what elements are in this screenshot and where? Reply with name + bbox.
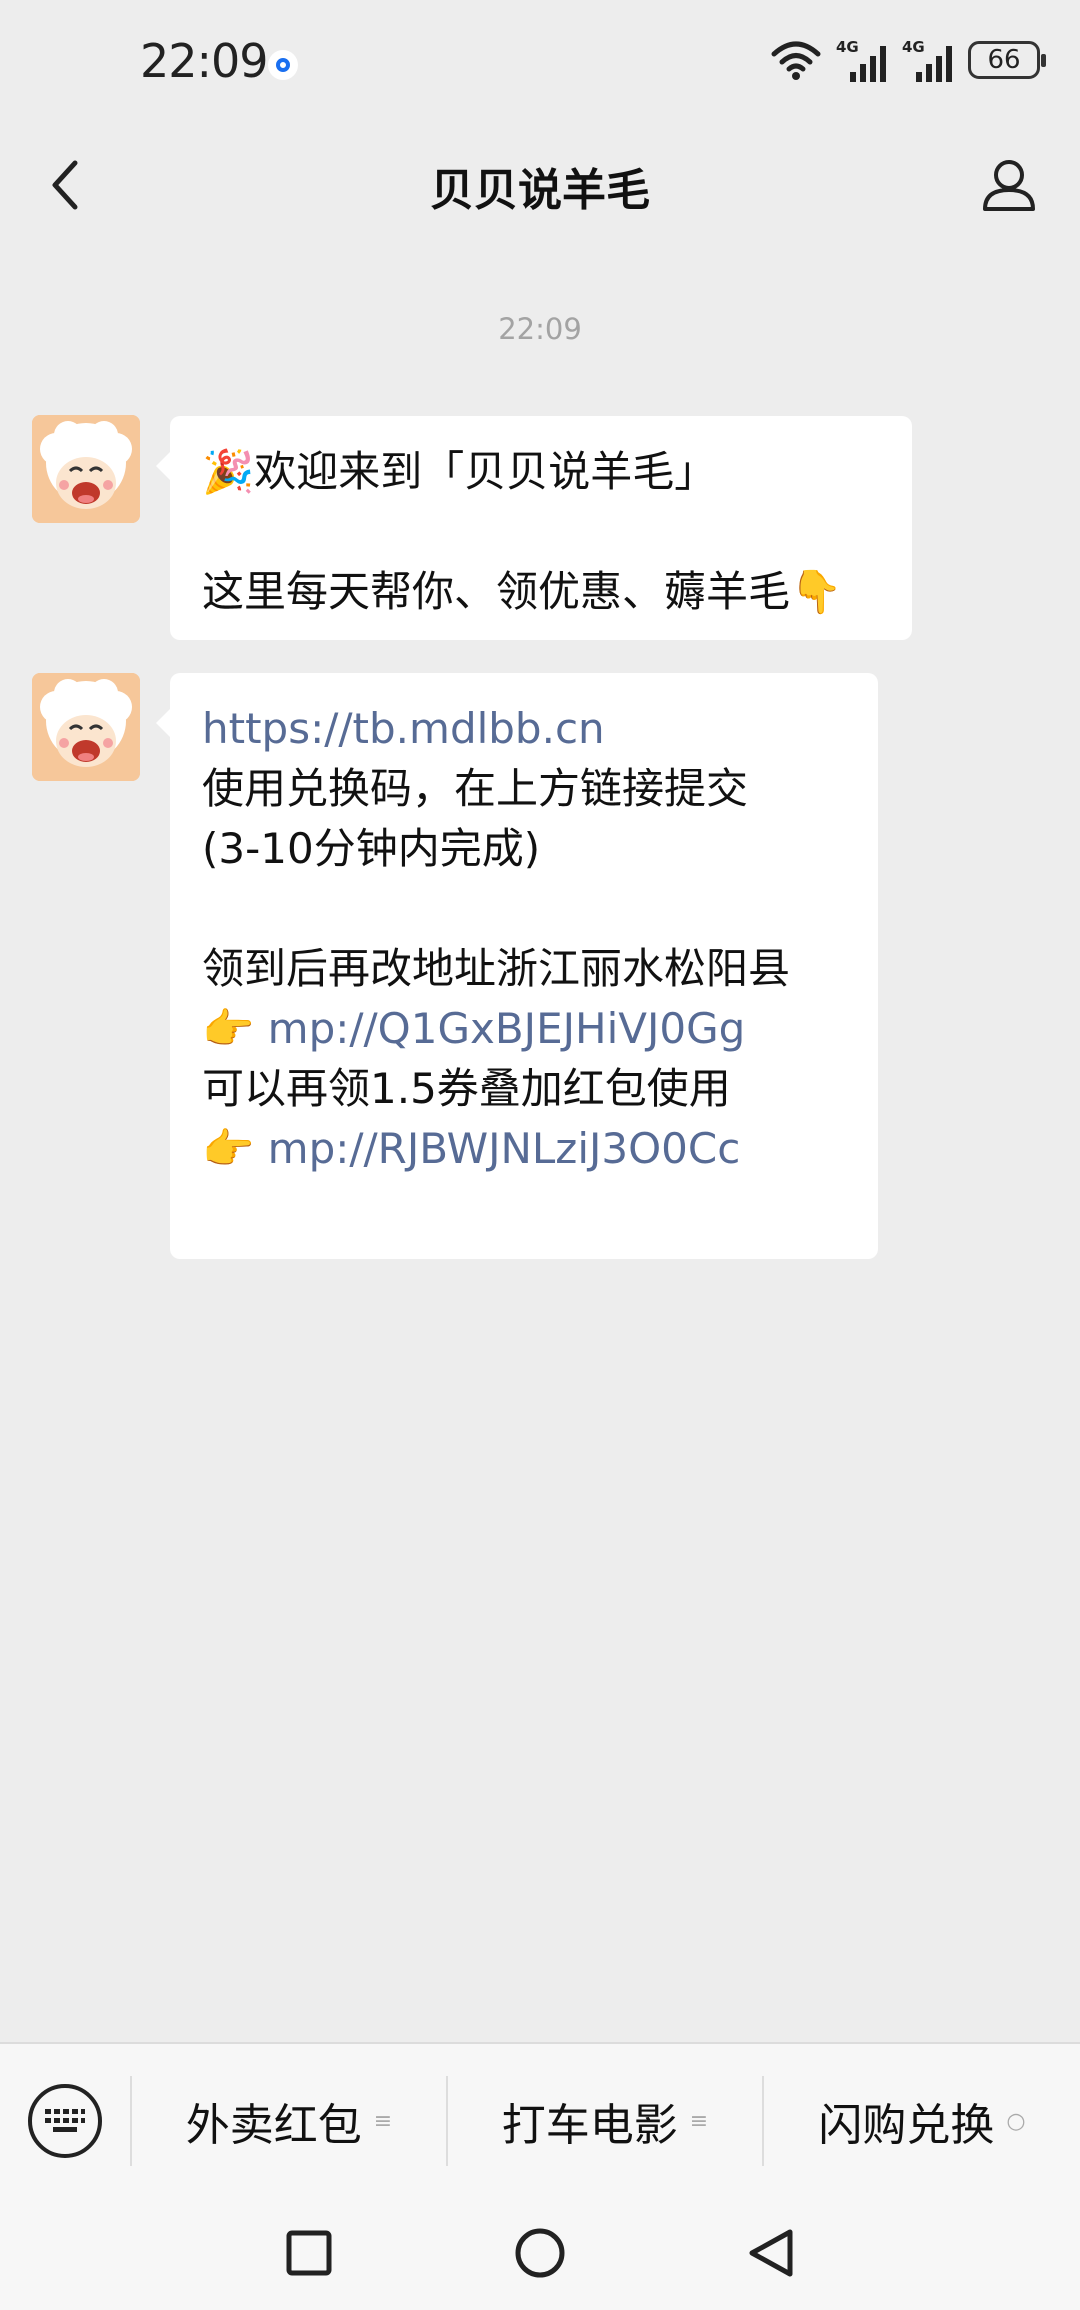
submenu-indicator-icon: ≡ — [689, 2108, 709, 2134]
person-icon — [983, 160, 1035, 211]
menu-item-label: 闪购兑换 — [818, 2100, 995, 2151]
battery-icon: 66 — [968, 41, 1046, 79]
message-text: 🎉欢迎来到「贝贝说羊毛」 — [202, 447, 717, 496]
message-text — [202, 502, 880, 562]
menu-item-label: 打车电影 — [501, 2100, 678, 2151]
recent-apps-button[interactable] — [274, 2218, 344, 2288]
message-link[interactable]: https://tb.mdlbb.cn — [202, 699, 846, 759]
status-indicators: 4G 4G 66 — [770, 38, 1046, 82]
cellular-signal-icon-2: 4G — [902, 38, 954, 82]
message-text: (3-10分钟内完成) — [202, 824, 541, 873]
sender-avatar[interactable] — [32, 673, 140, 781]
chat-bubble-icon: ○ — [1006, 2108, 1026, 2134]
pointing-hand-emoji: 👉 — [202, 1124, 255, 1173]
status-bar: 22:09 4G 4G 66 — [0, 0, 1080, 124]
message-text: 这里每天帮你、领优惠、薅羊毛👇 — [202, 567, 843, 616]
keyboard-toggle-button[interactable] — [28, 2084, 102, 2158]
miniprogram-link[interactable]: mp://RJBWJNLziJ3O0Cc — [268, 1124, 741, 1173]
message-line: 👉 mp://RJBWJNLziJ3O0Cc — [202, 1119, 846, 1179]
system-back-button[interactable] — [736, 2218, 806, 2288]
triangle-left-icon — [749, 2229, 793, 2277]
sheep-avatar-image — [32, 415, 140, 523]
message-text: 使用兑换码，在上方链接提交 — [202, 764, 749, 813]
sheep-avatar-image — [32, 673, 140, 781]
circle-icon — [515, 2228, 565, 2278]
message-bubble[interactable]: 🎉欢迎来到「贝贝说羊毛」 这里每天帮你、领优惠、薅羊毛👇 — [156, 416, 912, 640]
message-text: 可以再领1.5券叠加红包使用 — [202, 1064, 731, 1113]
app-notification-icon — [268, 50, 298, 80]
keyboard-icon — [45, 2109, 85, 2132]
submenu-indicator-icon: ≡ — [373, 2108, 393, 2134]
menu-item-flash-exchange[interactable]: 闪购兑换 ○ — [764, 2044, 1080, 2198]
miniprogram-link[interactable]: mp://Q1GxBJEJHiVJ0Gg — [268, 1004, 746, 1053]
system-navigation-bar — [0, 2196, 1080, 2310]
cellular-signal-icon-1: 4G — [836, 38, 888, 82]
status-time: 22:09 — [140, 34, 269, 88]
message-text: 领到后再改地址浙江丽水松阳县 — [202, 944, 791, 993]
pointing-hand-emoji: 👉 — [202, 1004, 255, 1053]
menu-item-label: 外卖红包 — [185, 2100, 362, 2151]
wifi-icon — [771, 41, 821, 80]
message-line: 👉 mp://Q1GxBJEJHiVJ0Gg — [202, 999, 846, 1059]
chat-title: 贝贝说羊毛 — [430, 165, 650, 216]
battery-level: 66 — [987, 45, 1021, 75]
chat-info-button[interactable] — [974, 150, 1044, 220]
square-icon — [286, 2230, 332, 2276]
menu-item-taxi-movie[interactable]: 打车电影 ≡ — [448, 2044, 762, 2198]
official-account-menu: 外卖红包 ≡ 打车电影 ≡ 闪购兑换 ○ — [0, 2042, 1080, 2198]
title-bar: 贝贝说羊毛 — [0, 124, 1080, 248]
sender-avatar[interactable] — [32, 415, 140, 523]
menu-item-takeout[interactable]: 外卖红包 ≡ — [132, 2044, 446, 2198]
home-button[interactable] — [505, 2218, 575, 2288]
message-timestamp: 22:09 — [498, 312, 582, 346]
message-bubble[interactable]: https://tb.mdlbb.cn 使用兑换码，在上方链接提交 (3-10分… — [156, 673, 878, 1259]
